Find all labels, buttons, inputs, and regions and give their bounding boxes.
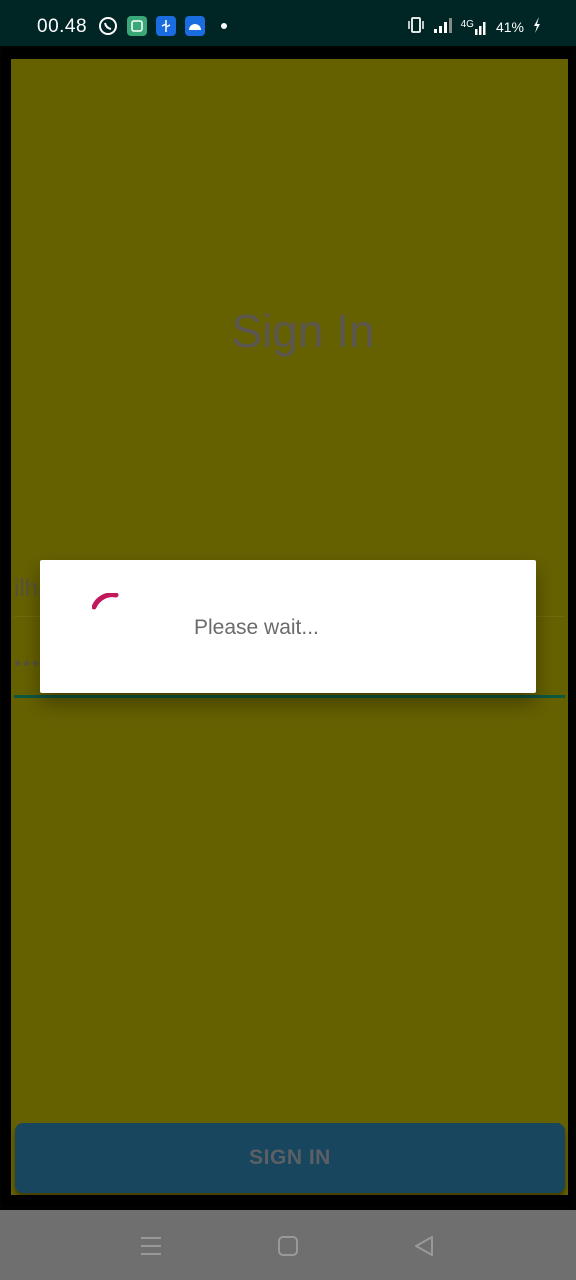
progress-dialog: Please wait... xyxy=(40,560,536,693)
dot-icon xyxy=(214,16,234,36)
loading-spinner-icon xyxy=(92,593,119,610)
navigation-bar xyxy=(0,1210,576,1280)
usb-icon xyxy=(156,16,176,36)
notification-icons xyxy=(98,16,234,36)
whatsapp-icon xyxy=(98,16,118,36)
network-label: 4G xyxy=(460,18,474,30)
menu-icon[interactable] xyxy=(137,1232,165,1260)
android-icon xyxy=(185,16,205,36)
signin-button[interactable]: SIGN IN xyxy=(15,1123,565,1193)
screen: 00.48 4G 41% Sign In ilh ••• SIGN IN Ple… xyxy=(0,0,576,1280)
dialog-message: Please wait... xyxy=(194,616,319,639)
back-icon[interactable] xyxy=(410,1232,438,1260)
home-icon[interactable] xyxy=(274,1232,302,1260)
battery-charging-icon xyxy=(532,16,542,37)
system-icons: 4G 41% xyxy=(407,16,542,37)
status-bar: 00.48 4G 41% xyxy=(0,0,576,46)
status-time: 00.48 xyxy=(37,16,88,37)
app-icon-green xyxy=(127,16,147,36)
signal-4g-icon: 4G xyxy=(461,19,488,35)
vibrate-icon xyxy=(407,16,425,37)
page-title: Sign In xyxy=(231,305,375,357)
signal-icon xyxy=(433,17,453,36)
battery-level: 41% xyxy=(495,18,524,35)
